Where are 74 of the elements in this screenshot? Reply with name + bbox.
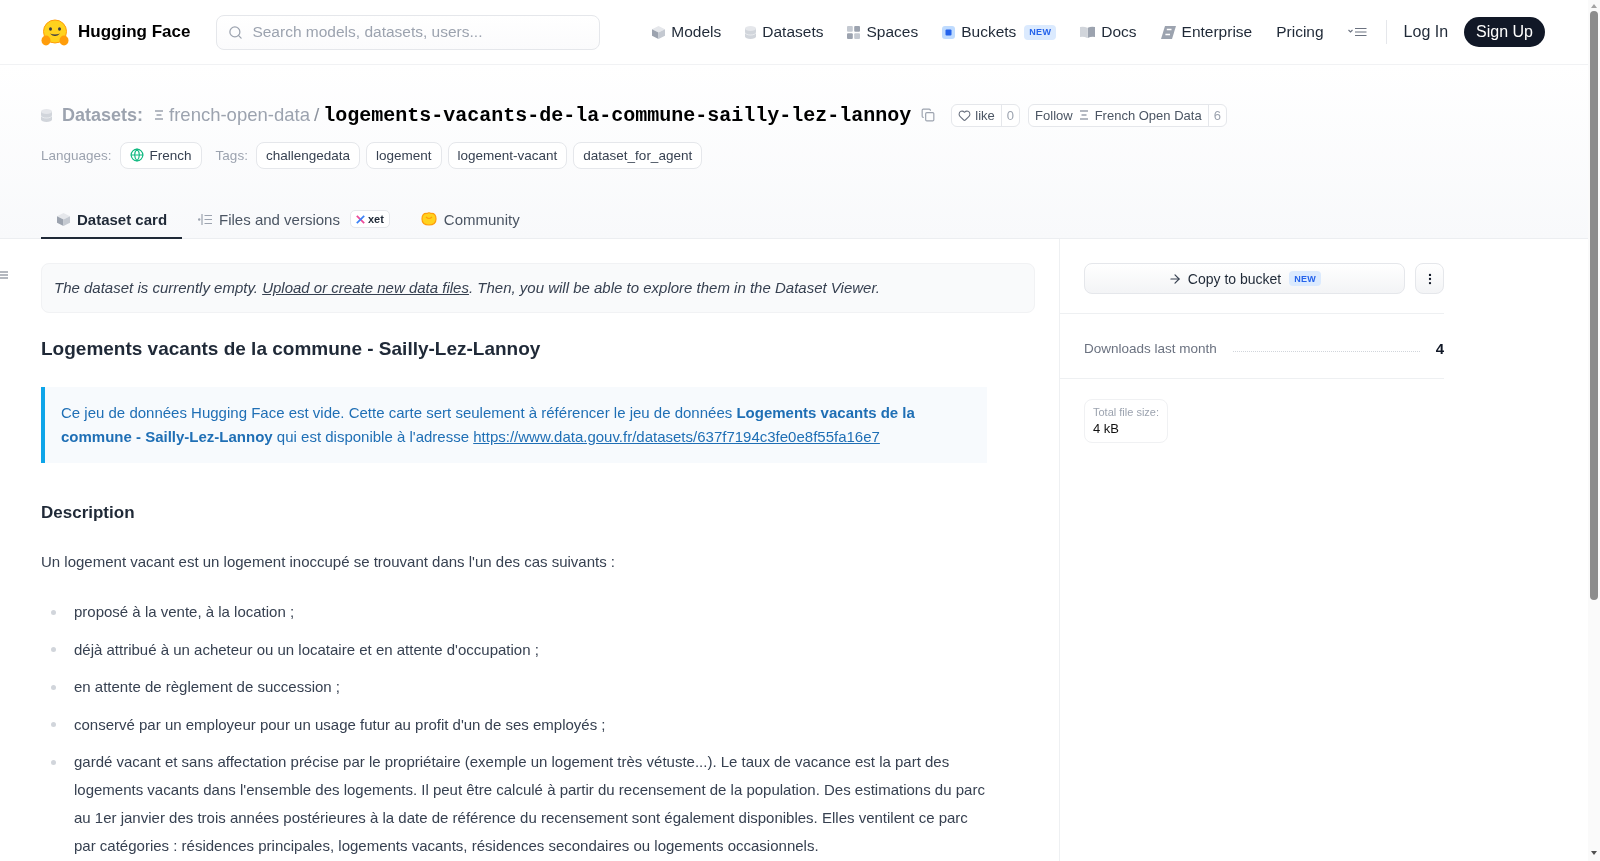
sign-up-button[interactable]: Sign Up xyxy=(1464,17,1545,47)
cube-icon xyxy=(57,212,70,226)
org-icon xyxy=(155,110,164,120)
nav-link[interactable]: Docs xyxy=(1080,23,1137,41)
description-text: Un logement vacant est un logement inoccupé se trouvant dans l'un des cas suivants : xyxy=(41,552,617,572)
logo-icon xyxy=(41,18,69,46)
search-field[interactable]: Search models, datasets, users... xyxy=(216,14,601,50)
globe-icon xyxy=(129,148,144,162)
database-icon xyxy=(41,108,52,122)
downloads-count: 4 xyxy=(1435,339,1444,357)
hands-icon xyxy=(420,212,437,226)
tab[interactable]: Dataset card xyxy=(41,201,183,239)
file-size-value: 4 kB xyxy=(1093,421,1120,436)
file-tree-icon xyxy=(198,213,213,225)
list-item-text: en attente de règlement de succession ; xyxy=(74,677,341,697)
arrow-right-icon xyxy=(1167,271,1182,286)
tab[interactable]: Files and versions xet xyxy=(182,201,405,239)
languages-label: Languages: xyxy=(41,147,112,163)
path-separator: / xyxy=(313,104,320,126)
list-item-text: gardé vacant et sans affectation précise par le propriétaire (exemple un logement très vétuste...). Le taux de vacance est la part des logements vacants dans l'ensemble des logements. Il peut être calculé à partir du recensement de la population. Des estimations du parc au 1er janvier des trois années postérieures à la date de référence du recensement sont également disponibles. Elles ventilent ce parc par catégories : résidences principales, logements vacants, résidences secondaires ou logements occasionnels. xyxy=(74,752,986,856)
cross-icon xyxy=(355,214,365,224)
repo-type-label: Datasets: xyxy=(62,104,144,126)
bullet-icon xyxy=(51,722,56,727)
copy-to-bucket-button[interactable]: Copy to bucket NEW xyxy=(1084,263,1405,294)
org-icon xyxy=(1079,110,1088,120)
tag[interactable]: challengedata xyxy=(255,141,360,169)
new-label: NEW xyxy=(1289,271,1322,286)
tags-label: Tags: xyxy=(215,147,248,163)
copy-icon[interactable] xyxy=(921,108,936,122)
site-name[interactable]: Hugging Face xyxy=(78,22,191,42)
square-icon xyxy=(942,25,956,39)
section-heading: Description xyxy=(41,502,136,524)
list-item-text: déjà attribué à un acheteur ou un locataire et en attente d'occupation ; xyxy=(74,639,540,660)
upload-link[interactable]: Upload or create new data files xyxy=(262,279,469,296)
like-count: 0 xyxy=(1000,104,1020,126)
list-item-text: conservé par un employeur pour un usage futur au profit d'un de ses employés ; xyxy=(74,714,607,735)
language-tag[interactable]: French xyxy=(119,141,202,169)
log-in-link[interactable]: Log In xyxy=(1403,23,1449,41)
database-icon xyxy=(745,25,757,39)
menu-icon[interactable] xyxy=(0,271,8,279)
file-size-label: Total file size: xyxy=(1093,406,1160,418)
grid-icon xyxy=(847,25,861,39)
bullet-icon xyxy=(51,647,56,652)
search-icon xyxy=(228,24,244,40)
like-button[interactable]: like xyxy=(952,104,1001,126)
new-label: NEW xyxy=(1024,24,1057,40)
tag[interactable]: dataset_for_agent xyxy=(573,141,703,169)
bullet-icon xyxy=(51,609,56,615)
bullet-icon xyxy=(51,759,56,765)
source-link[interactable]: https://www.data.gouv.fr/datasets/637f7194c3fe0e8f55fa16e7 xyxy=(473,428,880,445)
nav-link[interactable]: Spaces xyxy=(847,23,919,41)
xet-label: xet xyxy=(367,213,384,225)
info-callout: Ce jeu de données Hugging Face est vide. Cette carte sert seulement à référencer le jeu de données Logements vacants de la commune - Sailly-Lez-Lannoy qui est disponible à l'adresse https://www.data.gouv.fr/datasets/637f7194c3fe0e8f55fa16e7 xyxy=(41,387,987,463)
menu-icon[interactable] xyxy=(1347,27,1367,37)
repo-name: logements-vacants-de-la-commune-sailly-lez-lannoy xyxy=(323,103,912,127)
nav-link[interactable]: Pricing xyxy=(1276,23,1324,41)
nav-link[interactable]: Datasets xyxy=(745,23,824,41)
nav-link[interactable]: Models xyxy=(652,23,722,41)
downloads-label: Downloads last month xyxy=(1084,340,1217,356)
empty-dataset-notice: The dataset is currently empty. Upload or create new data files. Then, you will be able to explore them in the Dataset Viewer. xyxy=(41,263,1035,313)
bullet-icon xyxy=(51,684,56,690)
tab[interactable]: Community xyxy=(404,201,535,239)
book-icon xyxy=(1080,26,1096,38)
cube-icon xyxy=(652,25,666,39)
tag[interactable]: logement xyxy=(365,141,442,169)
follow-button[interactable]: Follow French Open Data xyxy=(1029,104,1208,126)
nav-link[interactable]: Enterprise xyxy=(1160,23,1253,41)
tag[interactable]: logement-vacant xyxy=(447,141,568,169)
heart-icon xyxy=(958,108,972,122)
parallelogram-icon xyxy=(1160,25,1176,39)
list-item-text: proposé à la vente, à la location ; xyxy=(74,602,296,622)
card-title: Logements vacants de la commune - Sailly-Lez-Lannoy xyxy=(41,337,542,361)
follower-count: 6 xyxy=(1207,104,1226,126)
nav-link[interactable]: Buckets NEW xyxy=(942,23,1057,41)
